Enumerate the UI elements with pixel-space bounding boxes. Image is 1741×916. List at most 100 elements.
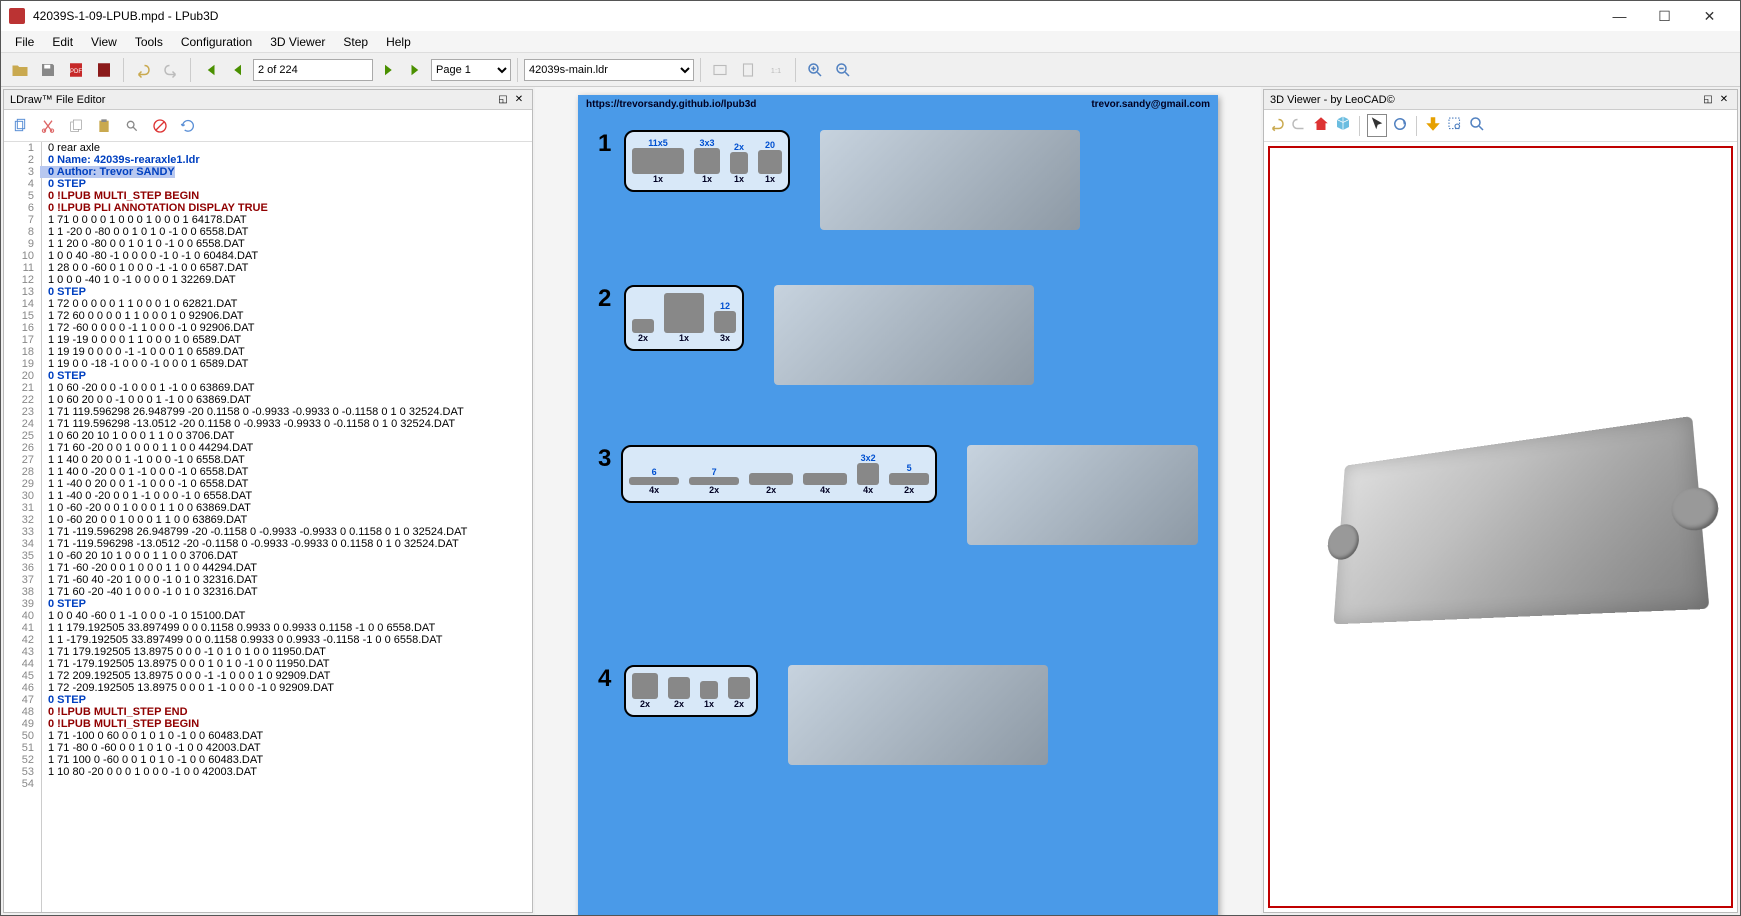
first-page-icon[interactable] [197,57,223,83]
code-line[interactable]: 141 72 0 0 0 0 0 1 1 0 0 0 1 0 62821.DAT [4,298,532,310]
code-line[interactable]: 291 1 -40 0 20 0 0 1 -1 0 0 0 -1 0 6558.… [4,478,532,490]
next-page-icon[interactable] [375,57,401,83]
assembly-image[interactable] [967,445,1198,545]
code-line[interactable]: 121 0 0 0 -40 1 0 -1 0 0 0 0 1 32269.DAT [4,274,532,286]
menu-file[interactable]: File [7,33,42,51]
code-line[interactable]: 191 19 0 0 -18 -1 0 0 0 -1 0 0 0 1 6589.… [4,358,532,370]
code-line[interactable]: 50 !LPUB MULTI_STEP BEGIN [4,190,532,202]
zoom-region-icon[interactable] [1446,115,1464,136]
code-line[interactable]: 531 10 80 -20 0 0 0 1 0 0 0 -1 0 0 42003… [4,766,532,778]
code-line[interactable]: 431 71 179.192505 13.8975 0 0 0 -1 0 1 0… [4,646,532,658]
code-line[interactable]: 331 71 -119.596298 26.948799 -20 -0.1158… [4,526,532,538]
select-icon[interactable] [1367,114,1387,137]
pli-box[interactable]: 2x1x123x [624,285,744,351]
code-line[interactable]: 151 72 60 0 0 0 0 1 1 0 0 0 1 0 92906.DA… [4,310,532,322]
code-line[interactable]: 281 1 40 0 -20 0 0 1 -1 0 0 0 -1 0 6558.… [4,466,532,478]
viewer-undo-icon[interactable] [1268,115,1286,136]
code-line[interactable]: 271 1 40 0 20 0 0 1 -1 0 0 0 -1 0 6558.D… [4,454,532,466]
pli-box[interactable]: 2x2x1x2x [624,665,758,717]
code-line[interactable]: 171 19 -19 0 0 0 0 1 1 0 0 0 1 0 6589.DA… [4,334,532,346]
code-line[interactable]: 241 71 119.596298 -13.0512 -20 0.1158 0 … [4,418,532,430]
close-button[interactable]: ✕ [1687,2,1732,30]
pli-box[interactable]: 11x51x3x31x2x1x201x [624,130,790,192]
code-line[interactable]: 301 1 -40 0 -20 0 0 1 -1 0 0 0 -1 0 6558… [4,490,532,502]
code-line[interactable]: 54 [4,778,532,790]
code-line[interactable]: 470 STEP [4,694,532,706]
code-line[interactable]: 381 71 60 -20 -40 1 0 0 0 -1 0 1 0 32316… [4,586,532,598]
code-line[interactable]: 71 71 0 0 0 0 1 0 0 0 1 0 0 0 1 64178.DA… [4,214,532,226]
page-select[interactable]: Page 1 [431,59,511,81]
save-icon[interactable] [35,57,61,83]
code-line[interactable]: 421 1 -179.192505 33.897499 0 0 0.1158 0… [4,634,532,646]
code-line[interactable]: 200 STEP [4,370,532,382]
viewer-canvas[interactable] [1268,146,1733,908]
pan-icon[interactable] [1424,115,1442,136]
code-line[interactable]: 10 rear axle [4,142,532,154]
code-line[interactable]: 81 1 -20 0 -80 0 0 1 0 1 0 -1 0 0 6558.D… [4,226,532,238]
code-line[interactable]: 441 71 -179.192505 13.8975 0 0 0 1 0 1 0… [4,658,532,670]
zoom-out-icon[interactable] [830,57,856,83]
pli-box[interactable]: 64x72x2x4x3x24x52x [621,445,937,503]
code-line[interactable]: 490 !LPUB MULTI_STEP BEGIN [4,718,532,730]
paste-icon[interactable] [92,114,116,138]
last-page-icon[interactable] [403,57,429,83]
code-line[interactable]: 111 28 0 0 -60 0 1 0 0 0 -1 -1 0 0 6587.… [4,262,532,274]
assembly-image[interactable] [774,285,1034,385]
code-line[interactable]: 91 1 20 0 -80 0 0 1 0 1 0 -1 0 0 6558.DA… [4,238,532,250]
maximize-button[interactable]: ☐ [1642,2,1687,30]
code-line[interactable]: 361 71 -60 -20 0 0 1 0 0 0 1 1 0 0 44294… [4,562,532,574]
code-line[interactable]: 371 71 -60 40 -20 1 0 0 0 -1 0 1 0 32316… [4,574,532,586]
prev-page-icon[interactable] [225,57,251,83]
export-pdf2-icon[interactable] [91,57,117,83]
menu-step[interactable]: Step [335,33,376,51]
dock-icon[interactable]: ◱ [496,93,510,107]
close-viewer-icon[interactable]: ✕ [1717,93,1731,107]
code-line[interactable]: 40 STEP [4,178,532,190]
code-line[interactable]: 30 Author: Trevor SANDY [4,166,532,178]
assembly-image[interactable] [820,130,1080,230]
export-pdf-icon[interactable]: PDF [63,57,89,83]
code-line[interactable]: 181 19 19 0 0 0 0 -1 -1 0 0 0 1 0 6589.D… [4,346,532,358]
code-line[interactable]: 161 72 -60 0 0 0 0 -1 1 0 0 0 -1 0 92906… [4,322,532,334]
menu-help[interactable]: Help [378,33,419,51]
open-icon[interactable] [7,57,33,83]
code-editor[interactable]: 10 rear axle20 Name: 42039s-rearaxle1.ld… [4,142,532,912]
fit-page-icon[interactable] [735,57,761,83]
delete-icon[interactable] [148,114,172,138]
code-line[interactable]: 321 0 -60 20 0 0 1 0 0 0 1 1 0 0 63869.D… [4,514,532,526]
copy-icon[interactable] [8,114,32,138]
rotate-icon[interactable] [1391,115,1409,136]
page-counter-input[interactable] [253,59,373,81]
cut-icon[interactable] [36,114,60,138]
code-line[interactable]: 311 0 -60 -20 0 0 1 0 0 0 1 1 0 0 63869.… [4,502,532,514]
dock-viewer-icon[interactable]: ◱ [1701,93,1715,107]
home-icon[interactable] [1312,115,1330,136]
viewer-redo-icon[interactable] [1290,115,1308,136]
code-line[interactable]: 461 72 -209.192505 13.8975 0 0 0 1 -1 0 … [4,682,532,694]
code-line[interactable]: 451 72 209.192505 13.8975 0 0 0 -1 -1 0 … [4,670,532,682]
instruction-page[interactable]: https://trevorsandy.github.io/lpub3d tre… [578,95,1218,915]
model-select[interactable]: 42039s-main.ldr [524,59,694,81]
code-line[interactable]: 211 0 60 -20 0 0 -1 0 0 0 1 -1 0 0 63869… [4,382,532,394]
cube-icon[interactable] [1334,115,1352,136]
code-line[interactable]: 411 1 179.192505 33.897499 0 0 0.1158 0.… [4,622,532,634]
code-line[interactable]: 261 71 60 -20 0 0 1 0 0 0 1 1 0 0 44294.… [4,442,532,454]
code-line[interactable]: 20 Name: 42039s-rearaxle1.ldr [4,154,532,166]
find-icon[interactable] [120,114,144,138]
minimize-button[interactable]: — [1597,2,1642,30]
redo-icon[interactable] [158,57,184,83]
zoom-extents-icon[interactable] [1468,115,1486,136]
menu-view[interactable]: View [83,33,125,51]
code-line[interactable]: 480 !LPUB MULTI_STEP END [4,706,532,718]
zoom-in-icon[interactable] [802,57,828,83]
code-line[interactable]: 251 0 60 20 10 1 0 0 0 1 1 0 0 3706.DAT [4,430,532,442]
code-line[interactable]: 341 71 -119.596298 -13.0512 -20 -0.1158 … [4,538,532,550]
code-line[interactable]: 521 71 100 0 -60 0 0 1 0 1 0 -1 0 0 6048… [4,754,532,766]
fit-width-icon[interactable] [707,57,733,83]
code-line[interactable]: 60 !LPUB PLI ANNOTATION DISPLAY TRUE [4,202,532,214]
refresh-icon[interactable] [176,114,200,138]
menu-edit[interactable]: Edit [44,33,81,51]
code-line[interactable]: 101 0 0 40 -80 -1 0 0 0 0 -1 0 -1 0 6048… [4,250,532,262]
menu-tools[interactable]: Tools [127,33,171,51]
undo-icon[interactable] [130,57,156,83]
